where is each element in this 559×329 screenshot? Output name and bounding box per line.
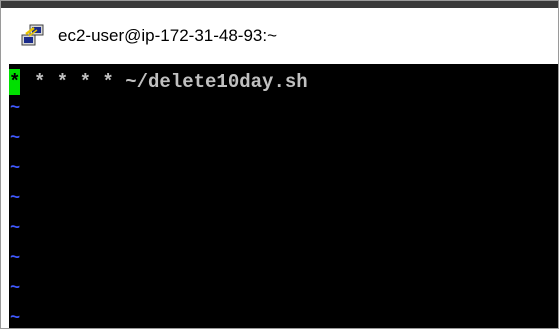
empty-line-marker: ~ bbox=[10, 219, 21, 238]
empty-line-marker: ~ bbox=[10, 249, 21, 268]
terminal-window: ec2-user@ip-172-31-48-93:~ * * * * * ~/de… bbox=[0, 0, 559, 329]
terminal-screen[interactable]: * * * * * ~/delete10day.sh ~ ~ ~ ~ ~ ~ ~ … bbox=[9, 64, 558, 328]
empty-line-marker: ~ bbox=[10, 99, 21, 118]
command-line: * * * * * ~/delete10day.sh bbox=[9, 68, 308, 97]
empty-line-marker: ~ bbox=[10, 159, 21, 178]
empty-line-marker: ~ bbox=[10, 129, 21, 148]
window-top-strip bbox=[1, 1, 558, 8]
putty-icon bbox=[20, 24, 44, 48]
window-title: ec2-user@ip-172-31-48-93:~ bbox=[58, 26, 278, 45]
empty-line-marker: ~ bbox=[10, 279, 21, 298]
command-text: * * * * ~/delete10day.sh bbox=[34, 71, 308, 93]
text-cursor: * bbox=[9, 69, 21, 95]
empty-line-marker: ~ bbox=[10, 189, 21, 208]
empty-line-marker: ~ bbox=[10, 309, 21, 328]
title-bar[interactable]: ec2-user@ip-172-31-48-93:~ bbox=[1, 8, 558, 64]
